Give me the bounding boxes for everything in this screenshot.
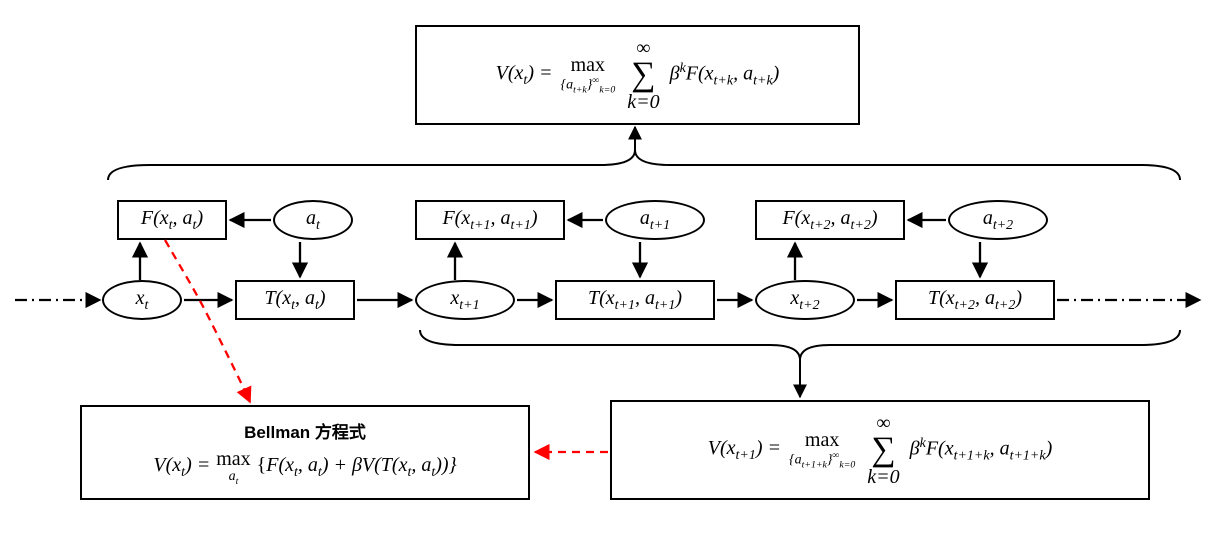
txt: t+2: [799, 298, 819, 313]
txt: max: [805, 430, 839, 451]
txt: ∞: [876, 413, 890, 433]
txt: ): [871, 207, 878, 229]
txt: x: [136, 287, 145, 309]
txt: ): [1015, 287, 1022, 309]
txt: a: [306, 207, 316, 229]
txt: β: [670, 62, 680, 84]
value-function-t1-box: V(xt+1) = max {at+1+k}∞k=0 ∞ ∑ k=0 βkF(x…: [610, 400, 1150, 500]
txt: t: [145, 298, 149, 313]
top-brace-icon: [108, 127, 1180, 180]
transition-T-t: T(xt, at): [235, 280, 355, 320]
bottom-brace-icon: [420, 330, 1180, 397]
txt: F(x: [266, 454, 294, 476]
txt: t+2: [955, 298, 975, 313]
bellman-title: Bellman 方程式: [244, 418, 366, 443]
txt: , a: [173, 207, 193, 229]
value-function-box: V(xt) = max {at+k}∞k=0 ∞ ∑ k=0 βkF(xt+k,…: [415, 25, 860, 125]
txt: ): [773, 62, 780, 84]
txt: t+2: [851, 218, 871, 233]
txt: t+1: [655, 298, 675, 313]
transition-T-t2: T(xt+2, at+2): [895, 280, 1055, 320]
txt: , a: [990, 437, 1010, 459]
txt: ): [531, 207, 538, 229]
txt: t+k: [714, 73, 734, 88]
txt: x: [790, 287, 799, 309]
txt: , a: [975, 287, 995, 309]
txt: k=0: [839, 459, 855, 470]
txt: F(x: [782, 207, 810, 229]
txt: , a: [635, 287, 655, 309]
txt: t+1+k: [1010, 448, 1046, 463]
reward-F-t2: F(xt+2, at+2): [755, 200, 905, 240]
txt: , a: [831, 207, 851, 229]
txt: k=0: [599, 84, 615, 95]
txt: a: [983, 207, 993, 229]
action-a-t1: at+1: [605, 200, 705, 240]
txt: max: [571, 55, 605, 76]
action-a-t: at: [273, 200, 353, 240]
txt: a: [229, 469, 236, 484]
txt: {: [257, 454, 267, 476]
txt: , a: [491, 207, 511, 229]
txt: V(x: [496, 62, 524, 84]
txt: a: [640, 207, 650, 229]
txt: t+2: [995, 298, 1015, 313]
action-a-t2: at+2: [948, 200, 1048, 240]
txt: F(x: [686, 62, 714, 84]
txt: t+1: [736, 448, 756, 463]
transition-T-t1: T(xt+1, at+1): [555, 280, 715, 320]
txt: ): [319, 287, 326, 309]
txt: T(x: [264, 287, 291, 309]
txt: ∞: [636, 38, 650, 58]
arrow-red-xt-to-bellman: [165, 240, 250, 402]
txt: T(x: [588, 287, 615, 309]
state-x-t2: xt+2: [755, 280, 855, 320]
txt: , a: [733, 62, 753, 84]
txt: t+1+k: [802, 459, 827, 470]
txt: V(x: [708, 437, 736, 459]
sum-icon: ∑: [871, 433, 895, 467]
txt: F(x: [926, 437, 954, 459]
reward-F-t: F(xt, at): [117, 200, 227, 240]
txt: t+k: [573, 84, 587, 95]
bellman-equation-box: Bellman 方程式 V(xt) = max at {F(xt, at) + …: [80, 405, 530, 500]
txt: T(x: [928, 287, 955, 309]
txt: t: [316, 218, 320, 233]
txt: ) =: [527, 62, 552, 84]
txt: t+1: [650, 218, 670, 233]
txt: ) + βV(T(x: [322, 454, 408, 476]
txt: t+1: [511, 218, 531, 233]
txt: ) =: [185, 454, 210, 476]
state-x-t: xt: [102, 280, 182, 320]
txt: t+1: [470, 218, 490, 233]
txt: ): [1046, 437, 1053, 459]
txt: t+2: [993, 218, 1013, 233]
txt: k=0: [627, 92, 659, 112]
txt: t+1+k: [954, 448, 990, 463]
txt: , a: [411, 454, 431, 476]
txt: max: [216, 449, 250, 470]
txt: ): [196, 207, 203, 229]
txt: ))}: [435, 454, 456, 476]
txt: β: [910, 437, 920, 459]
txt: t+1: [615, 298, 635, 313]
txt: , a: [298, 454, 318, 476]
txt: x: [450, 287, 459, 309]
txt: F(x: [141, 207, 169, 229]
txt: {a: [560, 77, 573, 92]
txt: t: [236, 476, 239, 487]
sum-icon: ∑: [631, 58, 655, 92]
txt: t+k: [753, 73, 773, 88]
txt: t+2: [810, 218, 830, 233]
state-x-t1: xt+1: [415, 280, 515, 320]
txt: , a: [295, 287, 315, 309]
txt: k=0: [867, 467, 899, 487]
txt: V(x: [153, 454, 181, 476]
txt: F(x: [442, 207, 470, 229]
reward-F-t1: F(xt+1, at+1): [415, 200, 565, 240]
txt: t+1: [459, 298, 479, 313]
txt: {a: [789, 452, 802, 467]
txt: ): [675, 287, 682, 309]
txt: ) =: [756, 437, 781, 459]
